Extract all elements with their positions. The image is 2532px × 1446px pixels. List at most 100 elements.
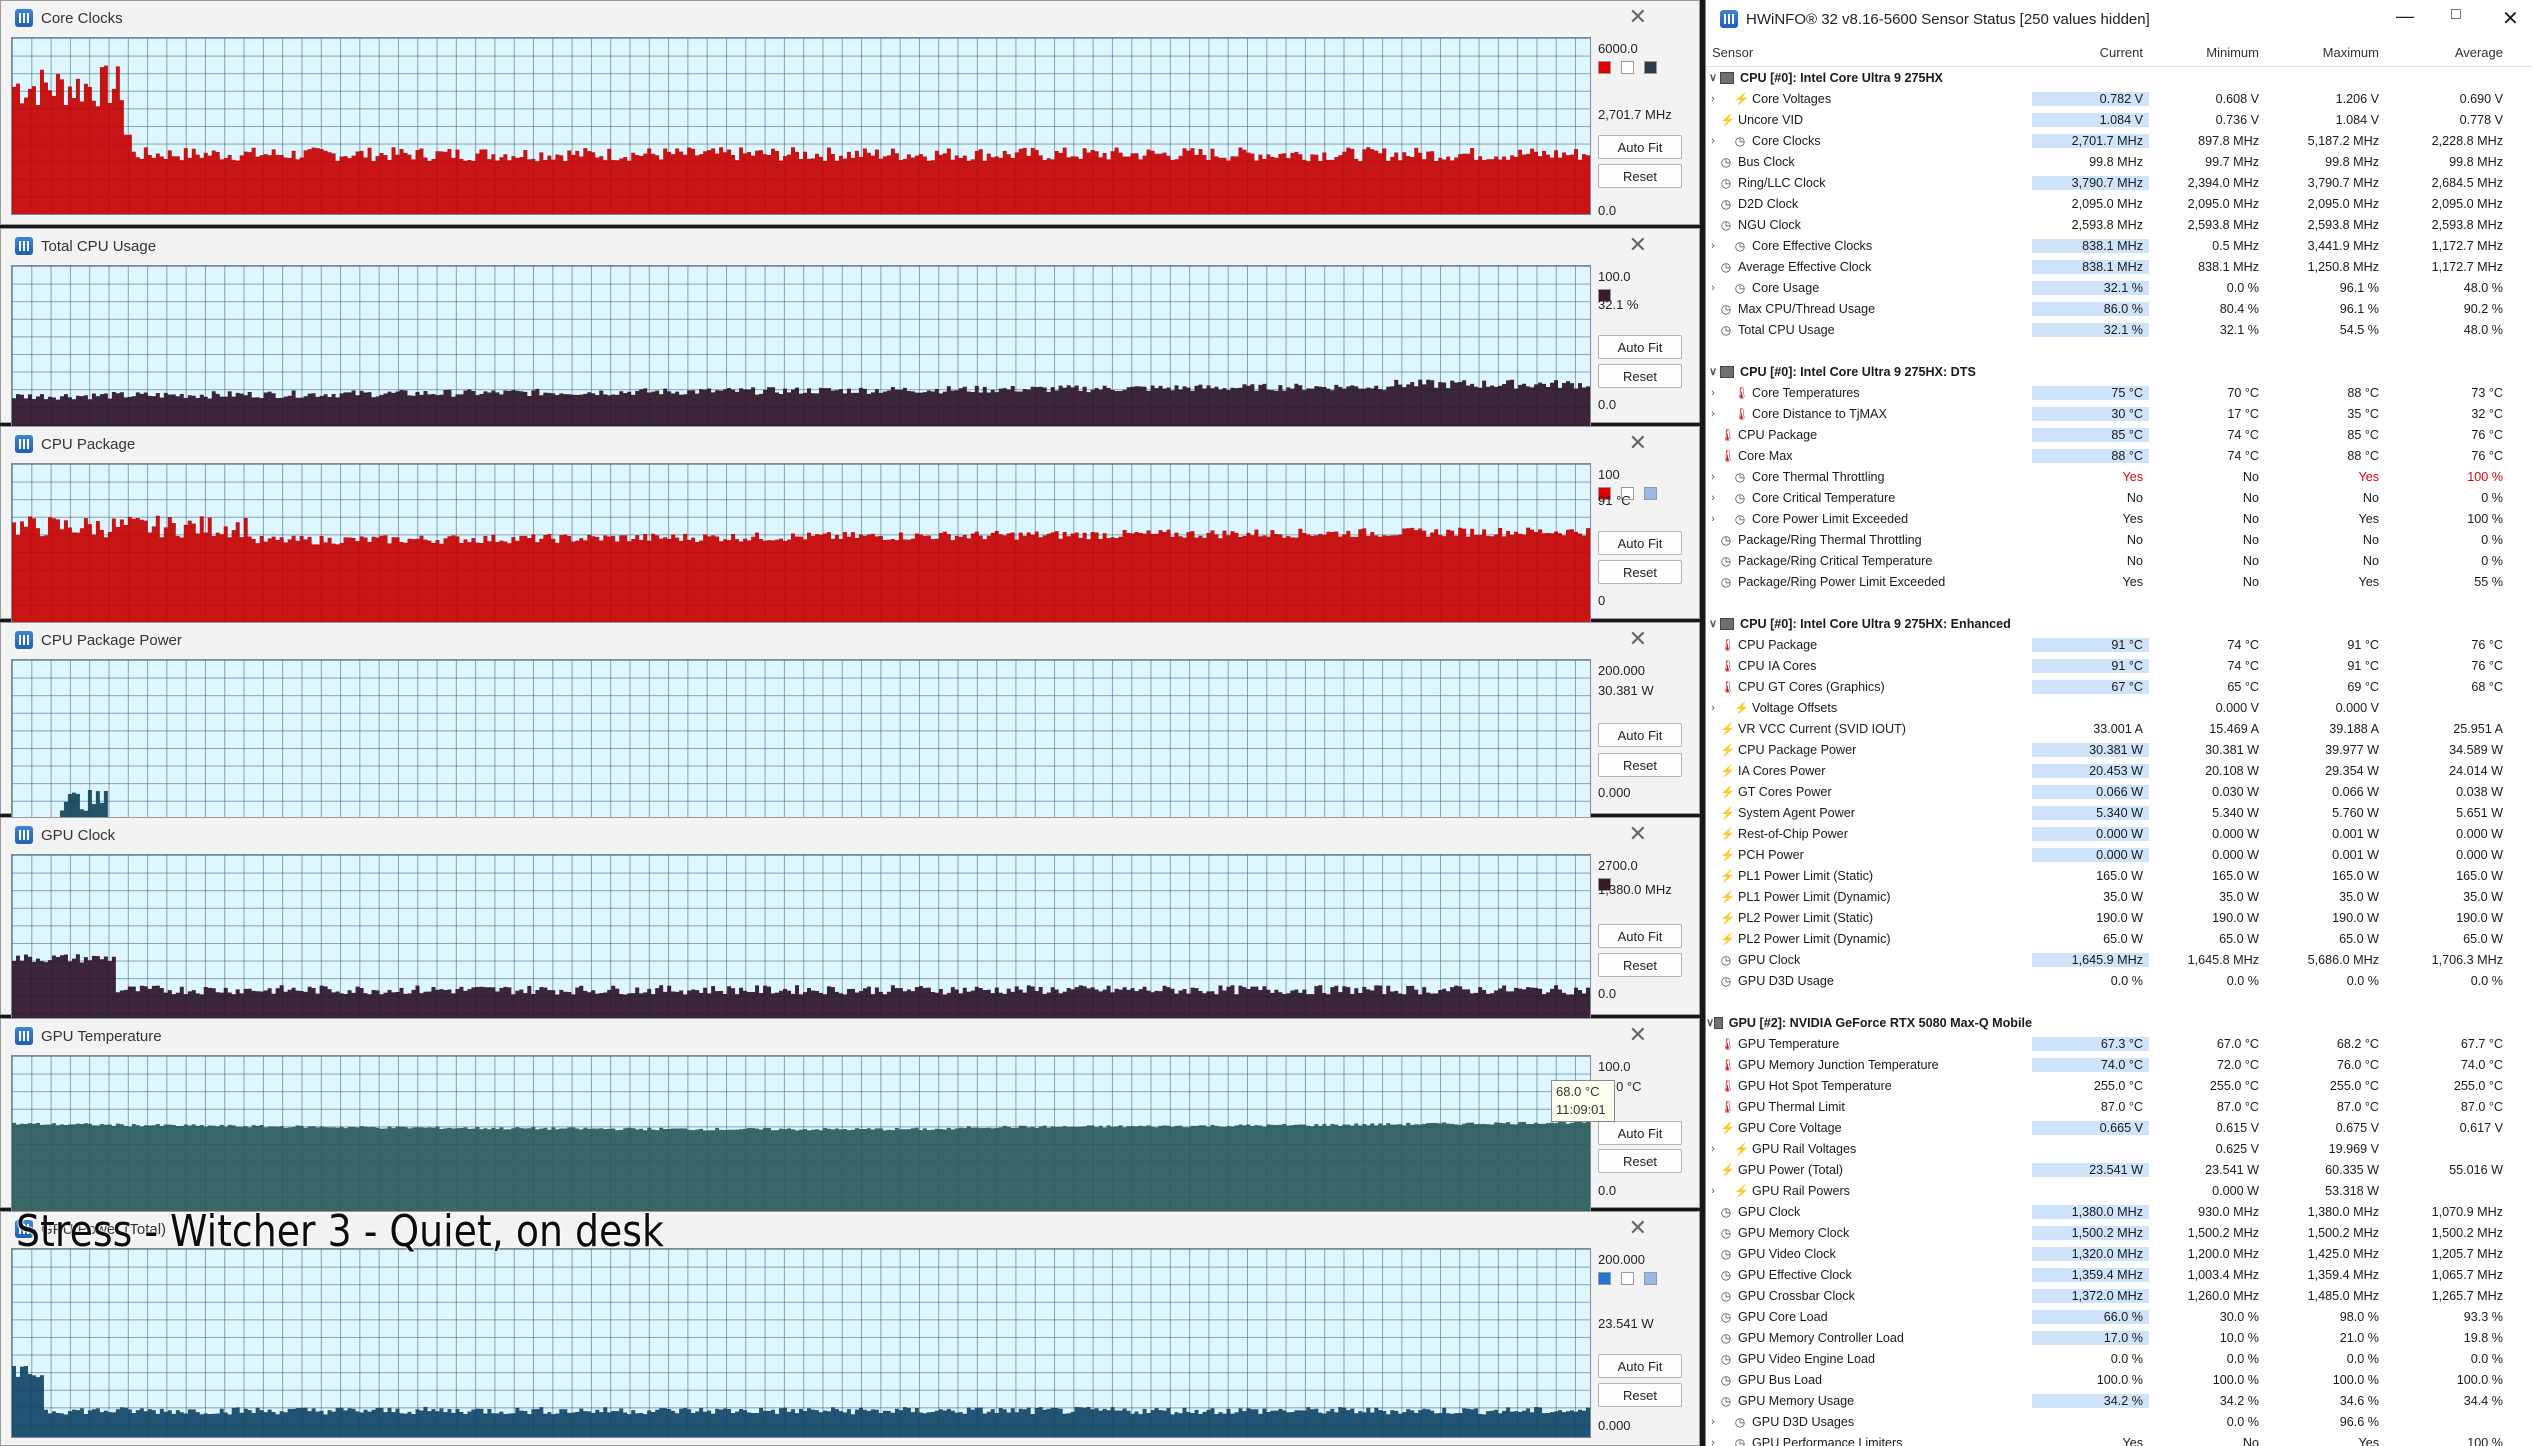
color-swatch[interactable] — [1644, 1272, 1657, 1285]
reset-button[interactable]: Reset — [1598, 1383, 1682, 1407]
sensor-row[interactable]: 🌡 Core Max 88 °C 74 °C 88 °C 76 °C — [1706, 445, 2532, 466]
sensor-row[interactable]: ◷ GPU Clock 1,380.0 MHz 930.0 MHz 1,380.0 MH… — [1706, 1201, 2532, 1222]
sensor-row[interactable]: ◷ Total CPU Usage 32.1 % 32.1 % 54.5 % 48.0 % — [1706, 319, 2532, 340]
col-sensor[interactable]: Sensor — [1706, 45, 2032, 60]
graph-close-icon[interactable]: ✕ — [1629, 822, 1647, 846]
sensor-row[interactable]: › 🌡 Core Distance to TjMAX 30 °C 17 °C 35 °C 3… — [1706, 403, 2532, 424]
sensor-row[interactable]: 🌡 GPU Thermal Limit 87.0 °C 87.0 °C 87.0 °C 8… — [1706, 1096, 2532, 1117]
sensor-row[interactable]: › ◷ Core Clocks 2,701.7 MHz 897.8 MHz 5,187.2… — [1706, 130, 2532, 151]
sensor-row[interactable]: 🌡 CPU Package 85 °C 74 °C 85 °C 76 °C — [1706, 424, 2532, 445]
reset-button[interactable]: Reset — [1598, 164, 1682, 188]
auto-fit-button[interactable]: Auto Fit — [1598, 723, 1682, 747]
sensor-row[interactable]: › ◷ Core Thermal Throttling Yes No Yes 100 % — [1706, 466, 2532, 487]
auto-fit-button[interactable]: Auto Fit — [1598, 924, 1682, 948]
expand-chevron-icon[interactable]: › — [1706, 408, 1720, 420]
sensor-row[interactable]: ◷ Ring/LLC Clock 3,790.7 MHz 2,394.0 MHz 3,7… — [1706, 172, 2532, 193]
sensor-group-row[interactable]: ∨ CPU [#0]: Intel Core Ultra 9 275HX: Enh… — [1706, 613, 2532, 634]
collapse-chevron-icon[interactable]: ∨ — [1706, 617, 1720, 630]
sensor-row[interactable]: ◷ Bus Clock 99.8 MHz 99.7 MHz 99.8 MHz 99.8 M… — [1706, 151, 2532, 172]
sensor-row[interactable]: ◷ Package/Ring Thermal Throttling No No No 0 … — [1706, 529, 2532, 550]
sensor-row[interactable]: ◷ Package/Ring Power Limit Exceeded Yes No Y… — [1706, 571, 2532, 592]
expand-chevron-icon[interactable]: › — [1706, 1437, 1720, 1446]
minimize-icon[interactable]: — — [2396, 6, 2414, 27]
collapse-chevron-icon[interactable]: ∨ — [1706, 365, 1720, 378]
sensor-row[interactable]: › ◷ Core Power Limit Exceeded Yes No Yes 100 % — [1706, 508, 2532, 529]
sensor-row[interactable]: ◷ GPU Effective Clock 1,359.4 MHz 1,003.4 M… — [1706, 1264, 2532, 1285]
sensor-row[interactable]: ◷ Average Effective Clock 838.1 MHz 838.1 M… — [1706, 256, 2532, 277]
sensor-row[interactable]: ◷ GPU Core Load 66.0 % 30.0 % 98.0 % 93.3 % — [1706, 1306, 2532, 1327]
sensor-row[interactable]: 🌡 GPU Memory Junction Temperature 74.0 °C 7… — [1706, 1054, 2532, 1075]
col-current[interactable]: Current — [2032, 45, 2149, 60]
sensor-row[interactable]: ⚡ CPU Package Power 30.381 W 30.381 W 39.977… — [1706, 739, 2532, 760]
reset-button[interactable]: Reset — [1598, 1149, 1682, 1173]
sensor-row[interactable]: 🌡 GPU Temperature 67.3 °C 67.0 °C 68.2 °C 67.… — [1706, 1033, 2532, 1054]
expand-chevron-icon[interactable]: › — [1706, 93, 1720, 105]
sensor-group-row[interactable]: ∨ CPU [#0]: Intel Core Ultra 9 275HX: DTS — [1706, 361, 2532, 382]
reset-button[interactable]: Reset — [1598, 953, 1682, 977]
sensor-row[interactable]: › ◷ Core Critical Temperature No No No 0 % — [1706, 487, 2532, 508]
sensor-row[interactable]: ◷ GPU Memory Usage 34.2 % 34.2 % 34.6 % 34.4 … — [1706, 1390, 2532, 1411]
sensor-row[interactable]: › ⚡ GPU Rail Powers 0.000 W 53.318 W — [1706, 1180, 2532, 1201]
color-swatch[interactable] — [1621, 1272, 1634, 1285]
reset-button[interactable]: Reset — [1598, 753, 1682, 777]
sensor-row[interactable]: ⚡ VR VCC Current (SVID IOUT) 33.001 A 15.46… — [1706, 718, 2532, 739]
sensor-row[interactable]: ◷ GPU Crossbar Clock 1,372.0 MHz 1,260.0 MH… — [1706, 1285, 2532, 1306]
collapse-chevron-icon[interactable]: ∨ — [1706, 1016, 1714, 1029]
sensor-row[interactable]: 🌡 CPU Package 91 °C 74 °C 91 °C 76 °C — [1706, 634, 2532, 655]
color-swatch[interactable] — [1598, 1272, 1611, 1285]
sensor-row[interactable]: › ⚡ GPU Rail Voltages 0.625 V 19.969 V — [1706, 1138, 2532, 1159]
auto-fit-button[interactable]: Auto Fit — [1598, 531, 1682, 555]
maximize-icon[interactable]: □ — [2451, 6, 2461, 24]
graph-close-icon[interactable]: ✕ — [1629, 5, 1647, 29]
expand-chevron-icon[interactable]: › — [1706, 702, 1720, 714]
sensor-row[interactable]: ◷ GPU Clock 1,645.9 MHz 1,645.8 MHz 5,686.0 … — [1706, 949, 2532, 970]
graph-close-icon[interactable]: ✕ — [1629, 1216, 1647, 1240]
col-maximum[interactable]: Maximum — [2265, 45, 2385, 60]
sensor-row[interactable]: ⚡ GT Cores Power 0.066 W 0.030 W 0.066 W 0.03… — [1706, 781, 2532, 802]
expand-chevron-icon[interactable]: › — [1706, 1416, 1720, 1428]
sensor-row[interactable]: › ⚡ Voltage Offsets 0.000 V 0.000 V — [1706, 697, 2532, 718]
sensor-row[interactable]: › ◷ GPU D3D Usages 0.0 % 96.6 % — [1706, 1411, 2532, 1432]
sensor-row[interactable]: ⚡ GPU Power (Total) 23.541 W 23.541 W 60.335… — [1706, 1159, 2532, 1180]
graph-plot[interactable] — [11, 659, 1591, 841]
sensor-row[interactable]: ◷ GPU Bus Load 100.0 % 100.0 % 100.0 % 100.0 … — [1706, 1369, 2532, 1390]
sensor-row[interactable]: 🌡 CPU GT Cores (Graphics) 67 °C 65 °C 69 °C 6… — [1706, 676, 2532, 697]
sensor-row[interactable]: ◷ GPU D3D Usage 0.0 % 0.0 % 0.0 % 0.0 % — [1706, 970, 2532, 991]
sensor-row[interactable]: ⚡ System Agent Power 5.340 W 5.340 W 5.760 W… — [1706, 802, 2532, 823]
graph-close-icon[interactable]: ✕ — [1629, 233, 1647, 257]
auto-fit-button[interactable]: Auto Fit — [1598, 1354, 1682, 1378]
expand-chevron-icon[interactable]: › — [1706, 282, 1720, 294]
auto-fit-button[interactable]: Auto Fit — [1598, 135, 1682, 159]
expand-chevron-icon[interactable]: › — [1706, 240, 1720, 252]
graph-close-icon[interactable]: ✕ — [1629, 627, 1647, 651]
expand-chevron-icon[interactable]: › — [1706, 1185, 1720, 1197]
expand-chevron-icon[interactable]: › — [1706, 1143, 1720, 1155]
graph-plot[interactable] — [11, 37, 1591, 215]
sensor-row[interactable]: ⚡ PL1 Power Limit (Dynamic) 35.0 W 35.0 W 35… — [1706, 886, 2532, 907]
reset-button[interactable]: Reset — [1598, 364, 1682, 388]
sensor-row[interactable]: 🌡 GPU Hot Spot Temperature 255.0 °C 255.0 °… — [1706, 1075, 2532, 1096]
collapse-chevron-icon[interactable]: ∨ — [1706, 71, 1720, 84]
sensor-row[interactable]: ⚡ Uncore VID 1.084 V 0.736 V 1.084 V 0.778 V — [1706, 109, 2532, 130]
expand-chevron-icon[interactable]: › — [1706, 135, 1720, 147]
reset-button[interactable]: Reset — [1598, 560, 1682, 584]
sensor-row[interactable]: ⚡ PL1 Power Limit (Static) 165.0 W 165.0 W 1… — [1706, 865, 2532, 886]
graph-plot[interactable] — [11, 1248, 1591, 1438]
expand-chevron-icon[interactable]: › — [1706, 387, 1720, 399]
color-swatch[interactable] — [1644, 487, 1657, 500]
auto-fit-button[interactable]: Auto Fit — [1598, 1121, 1682, 1145]
sensor-row[interactable]: ◷ NGU Clock 2,593.8 MHz 2,593.8 MHz 2,593.8 … — [1706, 214, 2532, 235]
sensor-group-row[interactable]: ∨ CPU [#0]: Intel Core Ultra 9 275HX — [1706, 67, 2532, 88]
sensor-row[interactable]: ◷ GPU Memory Clock 1,500.2 MHz 1,500.2 MHz 1… — [1706, 1222, 2532, 1243]
color-swatch[interactable] — [1644, 61, 1657, 74]
sensor-row[interactable]: ⚡ IA Cores Power 20.453 W 20.108 W 29.354 W 2… — [1706, 760, 2532, 781]
auto-fit-button[interactable]: Auto Fit — [1598, 335, 1682, 359]
sensor-row[interactable]: ◷ GPU Memory Controller Load 17.0 % 10.0 % 2… — [1706, 1327, 2532, 1348]
graph-close-icon[interactable]: ✕ — [1629, 1023, 1647, 1047]
sensor-row[interactable]: ⚡ GPU Core Voltage 0.665 V 0.615 V 0.675 V 0.… — [1706, 1117, 2532, 1138]
expand-chevron-icon[interactable]: › — [1706, 471, 1720, 483]
sensor-row[interactable]: ◷ GPU Video Engine Load 0.0 % 0.0 % 0.0 % 0.0… — [1706, 1348, 2532, 1369]
close-icon[interactable]: ✕ — [2502, 6, 2519, 31]
sensor-row[interactable]: ⚡ PL2 Power Limit (Static) 190.0 W 190.0 W 1… — [1706, 907, 2532, 928]
sensor-row[interactable]: 🌡 CPU IA Cores 91 °C 74 °C 91 °C 76 °C — [1706, 655, 2532, 676]
